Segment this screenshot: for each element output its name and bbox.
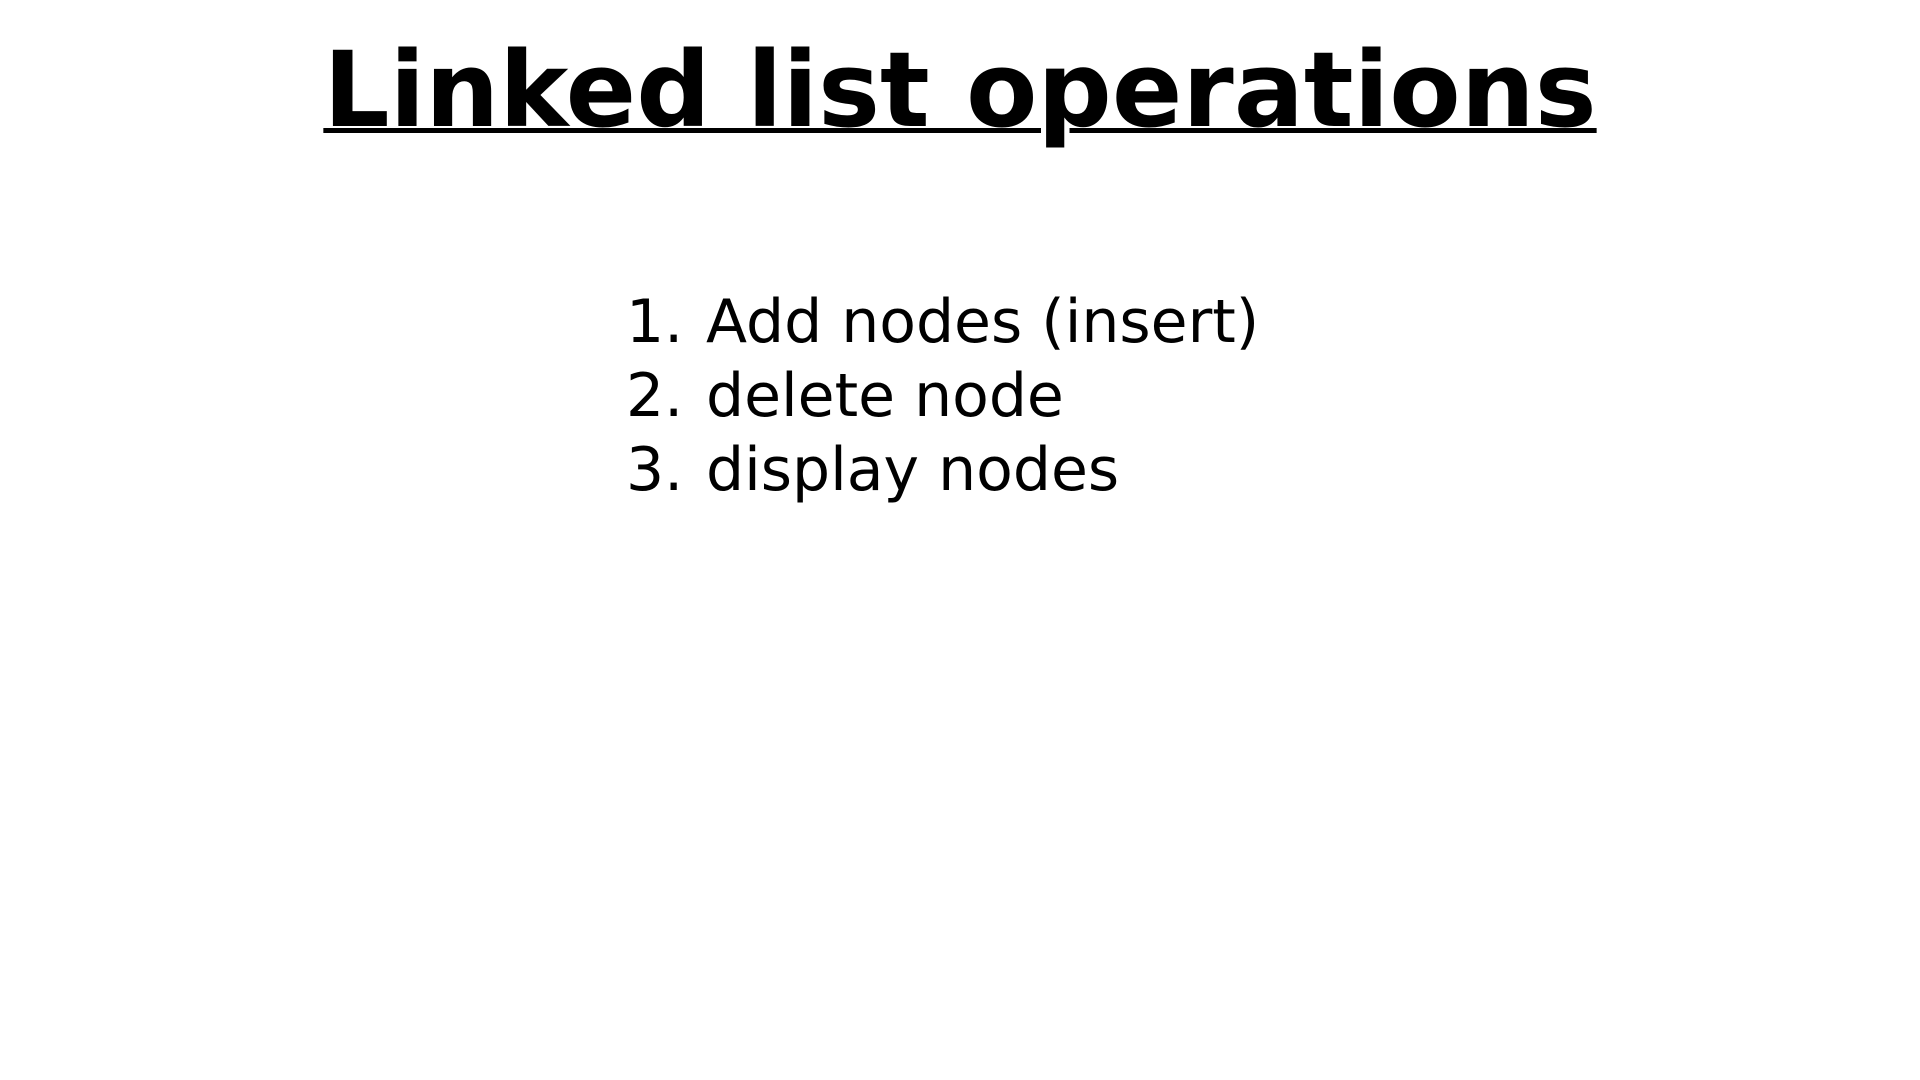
- list-item: 2. delete node: [626, 359, 1259, 433]
- list-item-number: 3.: [626, 435, 684, 505]
- operations-list: 1. Add nodes (insert) 2. delete node 3. …: [626, 285, 1259, 507]
- list-item: 1. Add nodes (insert): [626, 285, 1259, 359]
- list-item: 3. display nodes: [626, 433, 1259, 507]
- slide: Linked list operations 1. Add nodes (ins…: [0, 0, 1920, 1080]
- list-item-text: delete node: [706, 361, 1064, 431]
- list-item-text: display nodes: [706, 435, 1120, 505]
- list-item-text: Add nodes (insert): [706, 287, 1260, 357]
- list-item-number: 2.: [626, 361, 684, 431]
- list-item-number: 1.: [626, 287, 684, 357]
- slide-title: Linked list operations: [323, 29, 1597, 151]
